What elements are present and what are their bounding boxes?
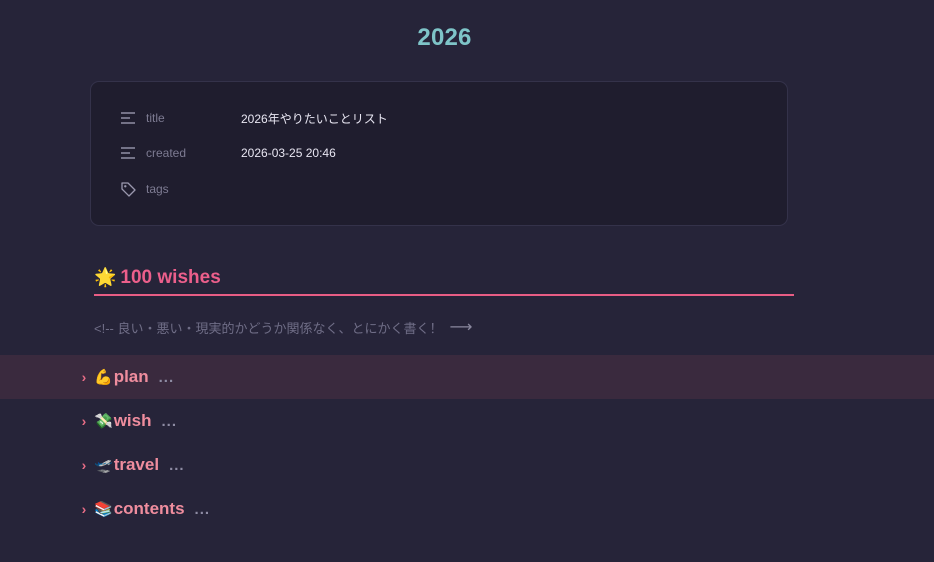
page-title[interactable]: 2026	[0, 24, 889, 52]
folded-section-contents[interactable]: › 📚 contents ...	[0, 487, 934, 531]
chevron-right-icon[interactable]: ›	[79, 458, 89, 472]
chevron-right-icon[interactable]: ›	[79, 502, 89, 516]
star-icon: 🌟	[94, 267, 117, 287]
section-label: 📚 contents ...	[94, 499, 210, 519]
section-title: plan	[113, 367, 149, 386]
fold-indicator[interactable]: ...	[195, 501, 211, 518]
tag-icon	[119, 180, 137, 198]
properties-panel: title 2026年やりたいことリスト created 2026-03-25 …	[90, 81, 788, 226]
property-value[interactable]: 2026-03-25 20:46	[241, 146, 336, 160]
folded-section-wish[interactable]: › 💸 wish ...	[0, 399, 934, 443]
heading-text: 100 wishes	[120, 267, 221, 288]
arrow-right-icon: ⟶	[449, 319, 473, 336]
folded-section-plan[interactable]: › 💪 plan ...	[0, 355, 934, 399]
chevron-right-icon[interactable]: ›	[79, 414, 89, 428]
property-created[interactable]: created 2026-03-25 20:46	[119, 141, 336, 165]
property-key: tags	[146, 182, 169, 196]
section-heading[interactable]: 🌟 100 wishes	[94, 265, 794, 296]
property-value[interactable]: 2026年やりたいことリスト	[241, 110, 388, 127]
section-title: wish	[113, 411, 152, 430]
flexed-biceps-icon: 💪	[94, 369, 113, 386]
text-lines-icon	[119, 144, 137, 162]
folded-section-travel[interactable]: › 🛫 travel ...	[0, 443, 934, 487]
section-label: 💸 wish ...	[94, 411, 177, 431]
chevron-right-icon[interactable]: ›	[79, 370, 89, 384]
books-icon: 📚	[94, 501, 113, 518]
section-label: 🛫 travel ...	[94, 455, 185, 475]
airplane-departure-icon: 🛫	[94, 457, 113, 474]
text-lines-icon	[119, 109, 137, 127]
section-title: contents	[113, 499, 185, 518]
section-title: travel	[113, 455, 160, 474]
property-key: created	[146, 146, 187, 160]
editor-page: 2026 title 2026年やりたいことリスト created 2026-0…	[0, 0, 934, 562]
fold-indicator[interactable]: ...	[169, 457, 185, 474]
property-title[interactable]: title 2026年やりたいことリスト	[119, 106, 388, 130]
fold-indicator[interactable]: ...	[159, 369, 175, 386]
fold-indicator[interactable]: ...	[161, 413, 177, 430]
property-key: title	[146, 111, 165, 125]
html-comment[interactable]: <!-- 良い・悪い・現実的かどうか関係なく、とにかく書く！ ⟶	[94, 317, 472, 337]
section-label: 💪 plan ...	[94, 367, 174, 387]
property-tags[interactable]: tags	[119, 177, 241, 201]
money-wings-icon: 💸	[94, 413, 113, 430]
comment-text: <!-- 良い・悪い・現実的かどうか関係なく、とにかく書く！	[94, 320, 443, 336]
